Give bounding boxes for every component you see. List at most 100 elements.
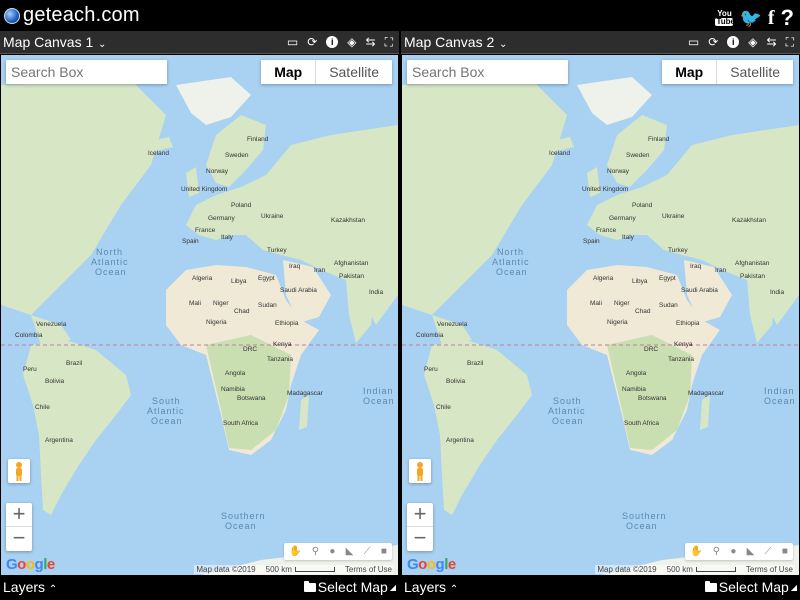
sync-icon[interactable]: ⇆ xyxy=(366,35,376,49)
layers-icon[interactable]: ◈ xyxy=(347,35,356,49)
globe-logo-icon xyxy=(4,7,20,24)
help-icon[interactable]: ? xyxy=(781,5,794,31)
zoom-in-button[interactable]: + xyxy=(6,503,32,527)
label-botswana: Botswana xyxy=(638,395,667,402)
label-kenya: Kenya xyxy=(273,341,292,348)
world-map[interactable]: Finland Iceland Sweden Norway United Kin… xyxy=(1,55,398,575)
pegman-icon[interactable] xyxy=(8,459,30,483)
layers-toggle[interactable]: Layers ⌃ xyxy=(404,579,458,595)
zoom-in-button[interactable]: + xyxy=(407,503,433,527)
map-type-map-button[interactable]: Map xyxy=(261,60,315,84)
pegman-icon[interactable] xyxy=(409,459,431,483)
ocean-south-atlantic-1: South xyxy=(152,396,181,406)
hand-icon[interactable]: ✋ xyxy=(690,546,702,557)
terms-link[interactable]: Terms of Use xyxy=(345,565,392,574)
refresh-icon[interactable]: ⟳ xyxy=(307,35,317,49)
label-pakistan: Pakistan xyxy=(740,273,765,280)
circle-icon[interactable]: ● xyxy=(730,546,736,557)
brand[interactable]: geteach.com xyxy=(4,4,140,27)
map-canvas-panel-1: Map Canvas 1 ⌄ ▭ ⟳ i ◈ ⇆ ⛶ Finland Icela… xyxy=(0,31,399,600)
label-chile: Chile xyxy=(35,404,50,411)
search-box[interactable] xyxy=(6,60,167,84)
social-links: You Tube 🐦 f ? xyxy=(715,5,794,31)
refresh-icon[interactable]: ⟳ xyxy=(708,35,718,49)
panel-title-dropdown[interactable]: Map Canvas 2 ⌄ xyxy=(404,34,507,50)
label-algeria: Algeria xyxy=(593,275,614,282)
label-kenya: Kenya xyxy=(674,341,693,348)
label-sweden: Sweden xyxy=(225,152,249,159)
rectangle-icon[interactable]: ■ xyxy=(782,546,788,557)
label-afghanistan: Afghanistan xyxy=(334,260,369,267)
layers-toggle[interactable]: Layers ⌃ xyxy=(3,579,57,595)
label-turkey: Turkey xyxy=(267,247,287,254)
fullscreen-icon[interactable]: ⛶ xyxy=(385,35,393,49)
label-argentina: Argentina xyxy=(446,437,474,444)
ruler-icon[interactable]: ▭ xyxy=(287,35,298,49)
fullscreen-icon[interactable]: ⛶ xyxy=(786,35,794,49)
marker-icon[interactable]: ⚲ xyxy=(312,546,319,557)
label-chile: Chile xyxy=(436,404,451,411)
polygon-icon[interactable]: ◣ xyxy=(346,546,354,557)
label-ethiopia: Ethiopia xyxy=(676,320,700,327)
label-brazil: Brazil xyxy=(66,360,83,367)
label-niger: Niger xyxy=(614,300,630,307)
zoom-out-button[interactable]: − xyxy=(6,527,32,551)
circle-icon[interactable]: ● xyxy=(329,546,335,557)
polyline-icon[interactable]: ⟋ xyxy=(765,546,772,557)
layers-icon[interactable]: ◈ xyxy=(748,35,757,49)
label-drc: DRC xyxy=(243,346,257,353)
terms-link[interactable]: Terms of Use xyxy=(746,565,793,574)
select-map-button[interactable]: Select Map ◢ xyxy=(303,579,396,595)
info-icon[interactable]: i xyxy=(326,36,339,48)
label-iceland: Iceland xyxy=(148,150,169,157)
info-icon[interactable]: i xyxy=(727,36,740,48)
label-namibia: Namibia xyxy=(622,386,646,393)
label-madagascar: Madagascar xyxy=(688,390,725,397)
map-data-text: Map data ©2019 xyxy=(196,565,256,574)
label-sweden: Sweden xyxy=(626,152,650,159)
ruler-icon[interactable]: ▭ xyxy=(688,35,699,49)
label-nigeria: Nigeria xyxy=(206,319,227,326)
label-mali: Mali xyxy=(590,300,602,307)
panel-title-dropdown[interactable]: Map Canvas 1 ⌄ xyxy=(3,34,106,50)
search-input[interactable] xyxy=(407,60,568,84)
map-view[interactable]: Finland Iceland Sweden Norway United Kin… xyxy=(402,55,799,575)
search-input[interactable] xyxy=(6,60,167,84)
label-chad: Chad xyxy=(234,308,250,315)
polygon-icon[interactable]: ◣ xyxy=(747,546,755,557)
scale-indicator: 500 km xyxy=(266,565,335,574)
label-drc: DRC xyxy=(644,346,658,353)
rectangle-icon[interactable]: ■ xyxy=(381,546,387,557)
sync-icon[interactable]: ⇆ xyxy=(767,35,777,49)
label-turkey: Turkey xyxy=(668,247,688,254)
hand-icon[interactable]: ✋ xyxy=(289,546,301,557)
label-poland: Poland xyxy=(231,202,252,209)
polyline-icon[interactable]: ⟋ xyxy=(364,546,371,557)
label-india: India xyxy=(369,289,383,296)
ocean-north-atlantic-3: Ocean xyxy=(496,267,528,277)
ocean-south-atlantic-3: Ocean xyxy=(552,416,584,426)
ocean-south-atlantic-3: Ocean xyxy=(151,416,183,426)
zoom-control: + − xyxy=(6,503,32,551)
facebook-icon[interactable]: f xyxy=(768,7,775,30)
panel-tools: ▭ ⟳ i ◈ ⇆ ⛶ xyxy=(287,35,393,49)
ocean-southern-2: Ocean xyxy=(225,521,257,531)
label-tanzania: Tanzania xyxy=(267,356,293,363)
label-norway: Norway xyxy=(206,168,229,175)
map-view[interactable]: Finland Iceland Sweden Norway United Kin… xyxy=(1,55,398,575)
world-map[interactable]: Finland Iceland Sweden Norway United Kin… xyxy=(402,55,799,575)
search-box[interactable] xyxy=(407,60,568,84)
label-brazil: Brazil xyxy=(467,360,484,367)
label-south-africa: South Africa xyxy=(223,420,258,427)
panel-title-bar: Map Canvas 1 ⌄ ▭ ⟳ i ◈ ⇆ ⛶ xyxy=(0,31,399,54)
twitter-icon[interactable]: 🐦 xyxy=(739,8,761,29)
marker-icon[interactable]: ⚲ xyxy=(713,546,720,557)
label-peru: Peru xyxy=(23,366,37,373)
map-type-satellite-button[interactable]: Satellite xyxy=(315,60,392,84)
map-type-map-button[interactable]: Map xyxy=(662,60,716,84)
zoom-out-button[interactable]: − xyxy=(407,527,433,551)
youtube-icon[interactable]: You Tube xyxy=(715,10,735,26)
label-germany: Germany xyxy=(208,215,235,222)
map-type-satellite-button[interactable]: Satellite xyxy=(716,60,793,84)
select-map-button[interactable]: Select Map ◢ xyxy=(704,579,797,595)
